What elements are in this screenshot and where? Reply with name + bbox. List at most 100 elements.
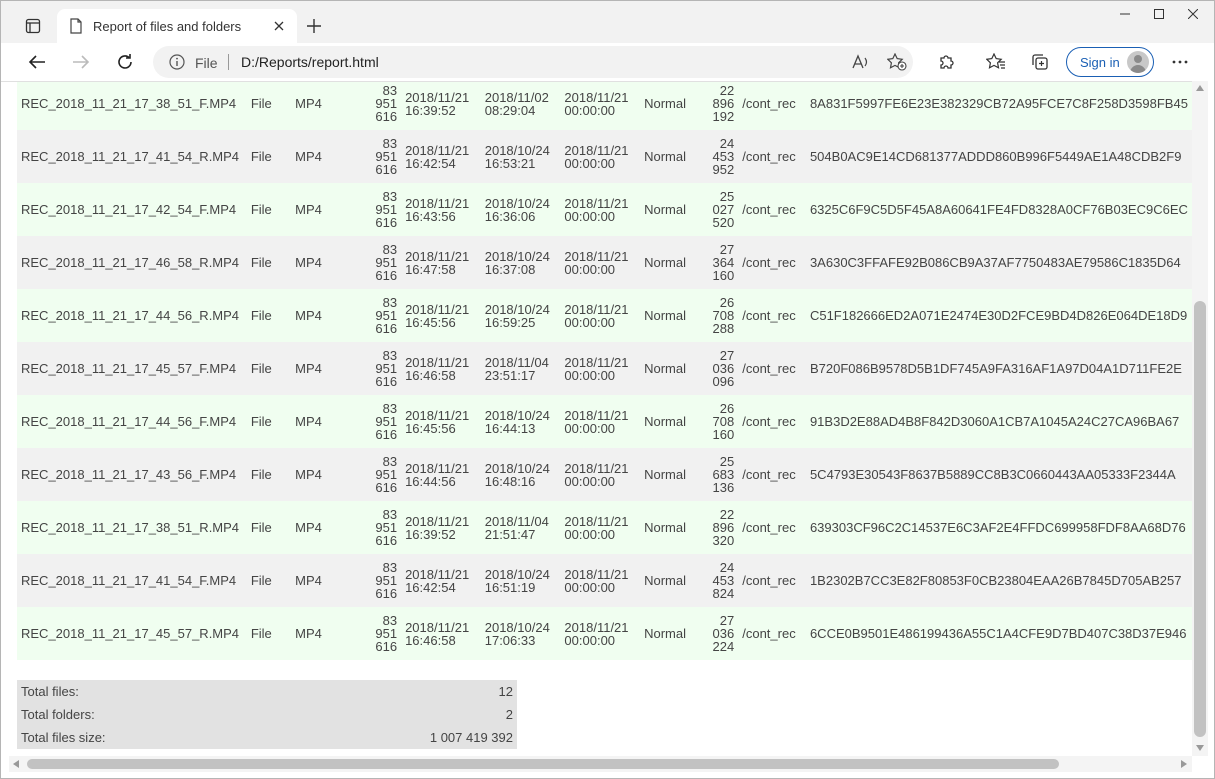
sign-in-button[interactable]: Sign in <box>1066 47 1154 77</box>
file-hash: 504B0AC9E14CD681377ADDD860B996F5449AE1A4… <box>805 130 1192 183</box>
accessed-date: 2018/11/21 00:00:00 <box>560 501 641 554</box>
vertical-scroll-thumb[interactable] <box>1194 301 1206 737</box>
totals-panel: Total files: 12 Total folders: 2 Total f… <box>17 680 517 749</box>
modified-date-part: 16:44:13 <box>484 420 536 436</box>
file-name: REC_2018_11_21_17_44_56_F.MP4 <box>17 395 247 448</box>
created-date: 2018/11/21 16:45:56 <box>401 395 481 448</box>
accessed-date-part: 00:00:00 <box>564 420 616 436</box>
file-bytes-part: 224 <box>712 639 735 654</box>
modified-date: 2018/10/24 16:37:08 <box>480 236 561 289</box>
modified-date-part: 2018/10/24 <box>484 301 550 317</box>
more-button[interactable] <box>1164 47 1196 77</box>
accessed-date-part: 2018/11/21 <box>564 142 629 158</box>
tab-actions-button[interactable] <box>15 11 51 41</box>
tab-report[interactable]: Report of files and folders <box>57 9 297 43</box>
created-date-part: 2018/11/21 <box>405 566 470 582</box>
file-type: File <box>246 130 292 183</box>
accessed-date: 2018/11/21 00:00:00 <box>560 607 641 660</box>
file-attributes: Normal <box>640 395 695 448</box>
file-hash: 639303CF96C2C14537E6C3AF2E4FFDC699958FDF… <box>805 501 1192 554</box>
read-aloud-button[interactable] <box>849 52 873 72</box>
horizontal-scroll-thumb[interactable] <box>27 759 1059 769</box>
tab-close-button[interactable] <box>267 14 291 38</box>
modified-date: 2018/11/04 21:51:47 <box>480 501 561 554</box>
page-content: REC_2018_11_21_17_38_51_F.MP4 File MP4 83 95… <box>1 81 1192 756</box>
horizontal-scrollbar[interactable] <box>9 756 1192 772</box>
file-attributes: Normal <box>640 607 695 660</box>
accessed-date-part: 00:00:00 <box>564 579 616 595</box>
address-url[interactable]: D:/Reports/report.html <box>241 54 379 70</box>
file-extension: MP4 <box>291 342 360 395</box>
accessed-date-part: 2018/11/21 <box>564 195 629 211</box>
accessed-date: 2018/11/21 00:00:00 <box>560 395 641 448</box>
file-name: REC_2018_11_21_17_43_56_F.MP4 <box>17 448 247 501</box>
new-tab-button[interactable] <box>301 13 327 39</box>
collections-button[interactable] <box>1024 47 1056 77</box>
file-path: /cont_rec <box>738 289 806 342</box>
refresh-button[interactable] <box>109 47 141 77</box>
total-folders-value: 2 <box>505 707 513 722</box>
site-info-button[interactable] <box>169 54 185 75</box>
file-name: REC_2018_11_21_17_38_51_F.MP4 <box>17 82 247 130</box>
file-extension: MP4 <box>291 554 360 607</box>
file-size-part: 616 <box>375 109 398 124</box>
file-size-part: 616 <box>375 533 398 548</box>
created-date-part: 2018/11/21 <box>405 248 470 264</box>
file-size-part: 616 <box>375 427 398 442</box>
table-row: REC_2018_11_21_17_38_51_R.MP4 File MP4 83 95… <box>17 501 1192 554</box>
modified-date-part: 16:53:21 <box>484 155 536 171</box>
modified-date: 2018/11/02 08:29:04 <box>480 82 561 130</box>
forward-button[interactable] <box>65 47 97 77</box>
table-row: REC_2018_11_21_17_44_56_F.MP4 File MP4 83 95… <box>17 395 1192 448</box>
file-extension: MP4 <box>291 607 360 660</box>
address-bar[interactable]: File D:/Reports/report.html <box>153 46 913 78</box>
avatar <box>1127 51 1149 73</box>
modified-date: 2018/11/04 23:51:17 <box>480 342 561 395</box>
accessed-date-part: 2018/11/21 <box>564 407 629 423</box>
accessed-date: 2018/11/21 00:00:00 <box>560 82 641 130</box>
file-attributes: Normal <box>640 554 695 607</box>
modified-date-part: 17:06:33 <box>484 632 536 648</box>
file-type: File <box>246 183 292 236</box>
created-date: 2018/11/21 16:46:58 <box>401 342 481 395</box>
file-path: /cont_rec <box>738 448 806 501</box>
window-close-button[interactable] <box>1176 1 1210 27</box>
file-type: File <box>246 289 292 342</box>
back-button[interactable] <box>21 47 53 77</box>
total-files-value: 12 <box>498 684 513 699</box>
file-path: /cont_rec <box>738 607 806 660</box>
add-favorite-button[interactable] <box>885 52 909 72</box>
file-extension: MP4 <box>291 82 360 130</box>
extensions-button[interactable] <box>931 47 963 77</box>
file-name: REC_2018_11_21_17_38_51_R.MP4 <box>17 501 247 554</box>
minimize-button[interactable] <box>1108 1 1142 27</box>
accessed-date: 2018/11/21 00:00:00 <box>560 183 641 236</box>
modified-date-part: 2018/11/04 <box>484 513 549 529</box>
favorites-button[interactable] <box>980 47 1012 77</box>
file-type: File <box>246 395 292 448</box>
accessed-date-part: 00:00:00 <box>564 102 616 118</box>
accessed-date: 2018/11/21 00:00:00 <box>560 130 641 183</box>
file-size: 83 951 616 <box>359 395 402 448</box>
table-row: REC_2018_11_21_17_42_54_F.MP4 File MP4 83 95… <box>17 183 1192 236</box>
modified-date-part: 16:51:19 <box>484 579 536 595</box>
file-hash: 3A630C3FFAFE92B086CB9A37AF7750483AE79586… <box>805 236 1192 289</box>
collections-icon <box>1032 54 1048 70</box>
file-size-part: 616 <box>375 639 398 654</box>
file-type: File <box>246 448 292 501</box>
sign-in-label: Sign in <box>1080 54 1120 70</box>
table-row: REC_2018_11_21_17_41_54_R.MP4 File MP4 83 95… <box>17 130 1192 183</box>
file-bytes-part: 288 <box>712 321 735 336</box>
vertical-scrollbar[interactable] <box>1192 81 1208 756</box>
modified-date-part: 2018/10/24 <box>484 460 550 476</box>
created-date-part: 16:45:56 <box>405 420 456 436</box>
accessed-date-part: 00:00:00 <box>564 367 616 383</box>
maximize-button[interactable] <box>1142 1 1176 27</box>
more-icon <box>1172 60 1188 64</box>
file-type: File <box>246 501 292 554</box>
total-size-label: Total files size: <box>21 730 106 745</box>
created-date-part: 16:39:52 <box>405 102 456 118</box>
file-attributes: Normal <box>640 82 695 130</box>
created-date-part: 2018/11/21 <box>405 619 470 635</box>
file-path: /cont_rec <box>738 395 806 448</box>
